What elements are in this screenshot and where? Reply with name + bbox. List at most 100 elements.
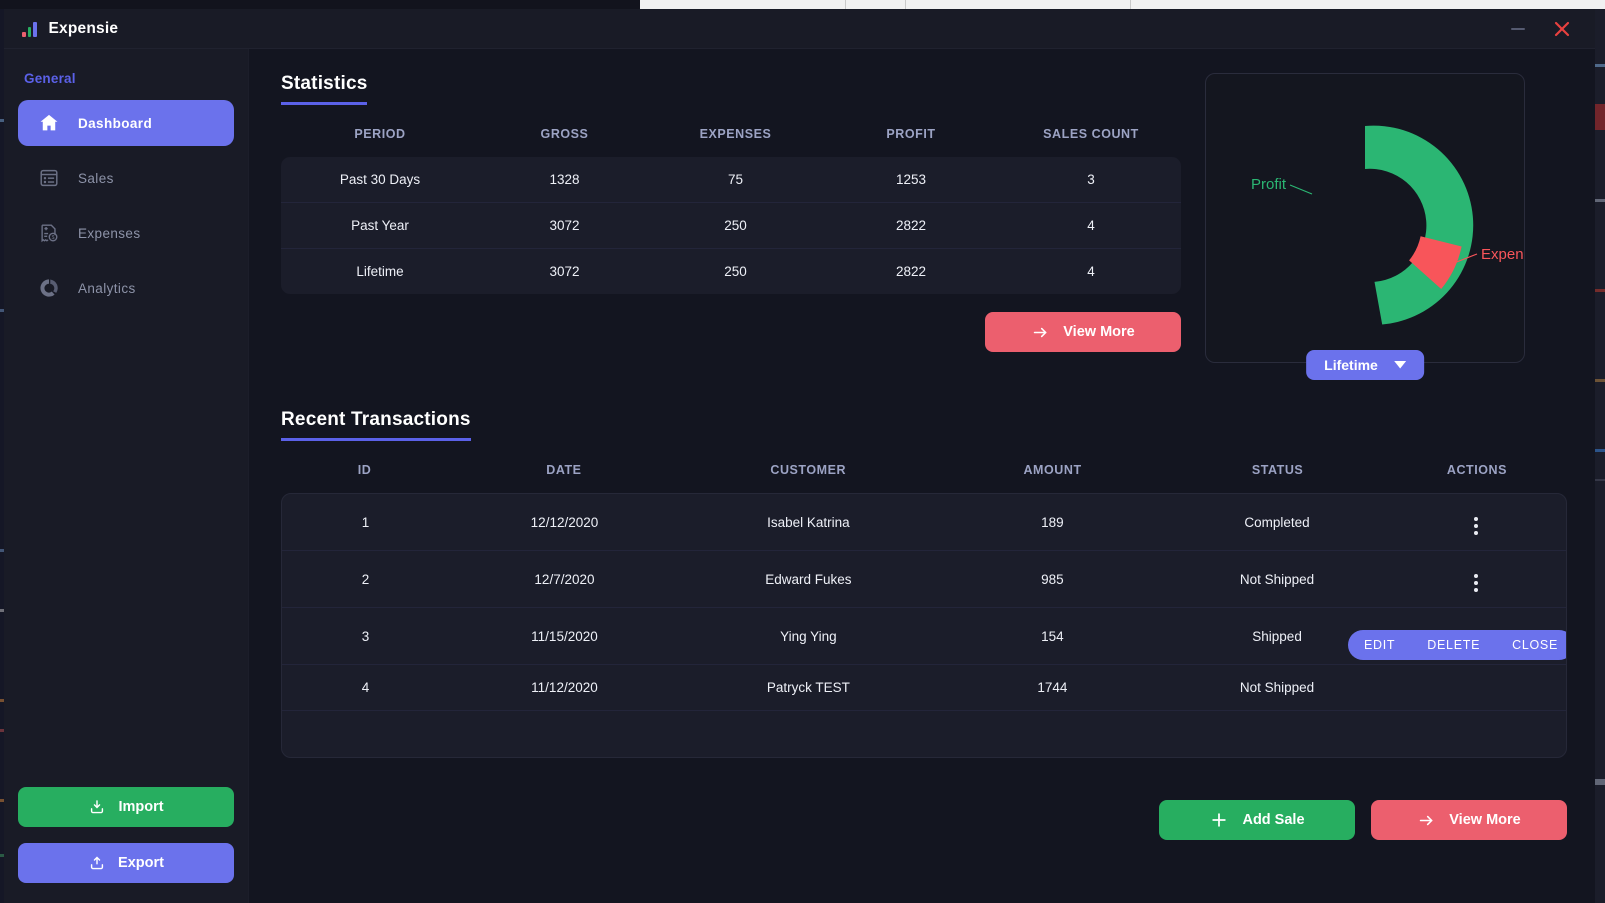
stats-col-sales-count: SALES COUNT — [1043, 127, 1139, 141]
table-row[interactable]: Past 30 Days 1328 75 1253 3 — [281, 157, 1181, 203]
table-row[interactable]: Lifetime 3072 250 2822 4 — [281, 249, 1181, 295]
statistics-title: Statistics — [281, 73, 368, 105]
stats-cell-sales: 3 — [1001, 157, 1181, 203]
tx-cell-amount: 1744 — [936, 664, 1168, 711]
tx-cell-actions — [1386, 664, 1566, 711]
download-icon — [91, 800, 104, 814]
app-title: Expensie — [48, 19, 119, 37]
chart-period-label: Lifetime — [1324, 357, 1378, 373]
background-window-right-strip — [1595, 9, 1605, 903]
row-action-buttons: EDIT DELETE CLOSE — [1348, 630, 1566, 660]
tx-cell-actions — [1386, 550, 1566, 608]
sidebar-item-analytics[interactable]: Analytics — [18, 265, 234, 311]
chart-label-profit: Profit — [1251, 176, 1287, 193]
stats-cell-period: Past 30 Days — [281, 157, 479, 203]
recent-transactions-section: Recent Transactions ID DATE CUSTOMER AMO… — [281, 409, 1567, 840]
statistics-actions: View More — [281, 312, 1181, 352]
tx-col-customer: CUSTOMER — [770, 463, 847, 477]
tx-cell-date: 12/7/2020 — [448, 550, 681, 608]
minimize-button[interactable] — [1505, 16, 1531, 42]
close-button[interactable] — [1549, 16, 1575, 42]
stats-cell-gross: 1328 — [479, 157, 650, 203]
tx-cell-status: Not Shipped — [1167, 550, 1387, 608]
tx-col-date: DATE — [546, 463, 582, 477]
add-sale-label: Add Sale — [1242, 812, 1305, 828]
row-delete-button[interactable]: DELETE — [1411, 638, 1496, 652]
row-close-button[interactable]: CLOSE — [1496, 638, 1566, 652]
tx-cell-amount: 985 — [936, 550, 1168, 608]
table-row[interactable]: 1 12/12/2020 Isabel Katrina 189 Complete… — [282, 494, 1566, 551]
statistics-header-table: PERIOD GROSS EXPENSES PROFIT SALES COUNT — [281, 105, 1181, 155]
tx-col-actions: ACTIONS — [1446, 463, 1507, 477]
profit-expenses-donut-chart: Profit Expenses — [1251, 125, 1547, 325]
tx-cell-customer: Patryck TEST — [680, 664, 937, 711]
stats-col-profit: PROFIT — [886, 127, 936, 141]
export-button-label: Export — [118, 855, 164, 871]
tx-cell-amount: 189 — [936, 494, 1168, 551]
statistics-panel: Statistics PERIOD GROSS EXPENSES PROFIT … — [281, 73, 1181, 352]
table-row[interactable]: 2 12/7/2020 Edward Fukes 985 Not Shipped — [282, 550, 1566, 608]
tx-cell-amount: 154 — [936, 607, 1168, 665]
transactions-footer-actions: Add Sale View More — [281, 800, 1567, 840]
sidebar-item-label: Sales — [78, 170, 114, 186]
tx-col-status: STATUS — [1251, 463, 1304, 477]
stats-cell-sales: 4 — [1001, 202, 1181, 249]
row-menu-icon[interactable] — [1474, 574, 1479, 592]
tx-cell-id: 1 — [282, 494, 449, 551]
tx-cell-id: 4 — [282, 664, 449, 711]
minimize-icon — [1511, 27, 1525, 30]
tx-cell-id: 3 — [282, 607, 449, 665]
transactions-table-card: 1 12/12/2020 Isabel Katrina 189 Complete… — [281, 493, 1567, 758]
tx-cell-customer: Edward Fukes — [680, 550, 937, 608]
upload-icon — [90, 856, 104, 870]
tx-cell-date: 11/15/2020 — [448, 607, 681, 665]
stats-col-gross: GROSS — [540, 127, 589, 141]
statistics-header-row: PERIOD GROSS EXPENSES PROFIT SALES COUNT — [281, 105, 1181, 155]
tx-cell-date: 12/12/2020 — [448, 494, 681, 551]
table-row[interactable]: Past Year 3072 250 2822 4 — [281, 202, 1181, 249]
statistics-view-more-label: View More — [1063, 324, 1135, 340]
transactions-table: 1 12/12/2020 Isabel Katrina 189 Complete… — [282, 494, 1566, 711]
transactions-header-table: ID DATE CUSTOMER AMOUNT STATUS ACTIONS — [281, 441, 1567, 491]
profit-leader-line — [1289, 184, 1313, 195]
donut-slice-profit — [1365, 125, 1474, 325]
transactions-view-more-button[interactable]: View More — [1371, 800, 1567, 840]
sidebar-item-sales[interactable]: Sales — [18, 155, 234, 201]
invoice-dollar-icon: $ — [36, 220, 62, 246]
recent-transactions-title: Recent Transactions — [281, 409, 471, 441]
sidebar-item-label: Analytics — [78, 280, 136, 296]
table-row[interactable]: 4 11/12/2020 Patryck TEST 1744 Not Shipp… — [282, 664, 1566, 711]
background-window-top-strip — [640, 0, 1605, 9]
statistics-view-more-button[interactable]: View More — [985, 312, 1181, 352]
stats-cell-expenses: 250 — [650, 202, 821, 249]
arrow-right-icon — [1034, 327, 1047, 337]
sidebar: General Dashboard Sales $ Expenses Analy… — [4, 49, 249, 903]
export-button[interactable]: Export — [18, 843, 234, 883]
chart-period-dropdown[interactable]: Lifetime — [1306, 350, 1424, 380]
app-brand: Expensie — [4, 20, 118, 38]
transactions-view-more-label: View More — [1449, 812, 1521, 828]
sidebar-item-expenses[interactable]: $ Expenses — [18, 210, 234, 256]
main-content: Statistics PERIOD GROSS EXPENSES PROFIT … — [249, 49, 1595, 903]
row-menu-icon[interactable] — [1474, 517, 1479, 535]
row-edit-button[interactable]: EDIT — [1348, 638, 1411, 652]
tx-cell-status: Completed — [1167, 494, 1387, 551]
stats-col-expenses: EXPENSES — [699, 127, 772, 141]
sidebar-item-dashboard[interactable]: Dashboard — [18, 100, 234, 146]
tx-col-amount: AMOUNT — [1023, 463, 1082, 477]
tx-cell-customer: Ying Ying — [680, 607, 937, 665]
receipt-list-icon — [36, 165, 62, 191]
title-bar: Expensie — [4, 9, 1595, 49]
svg-text:$: $ — [52, 235, 55, 241]
plus-icon — [1212, 813, 1227, 827]
import-button-label: Import — [118, 799, 164, 815]
arrow-right-icon — [1420, 815, 1433, 825]
stats-col-period: PERIOD — [354, 127, 406, 141]
add-sale-button[interactable]: Add Sale — [1159, 800, 1355, 840]
statistics-section: Statistics PERIOD GROSS EXPENSES PROFIT … — [281, 73, 1567, 380]
close-icon — [1554, 21, 1570, 36]
statistics-table-card: Past 30 Days 1328 75 1253 3 Past Year 30… — [281, 157, 1181, 294]
stats-cell-sales: 4 — [1087, 264, 1095, 279]
import-button[interactable]: Import — [18, 787, 234, 827]
